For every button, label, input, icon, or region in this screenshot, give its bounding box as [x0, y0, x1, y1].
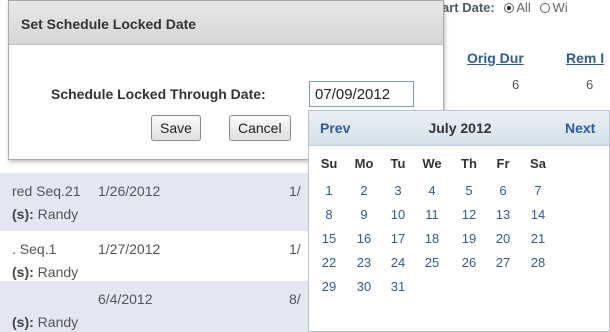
calendar-day[interactable]: 1 — [314, 183, 344, 198]
calendar-day[interactable]: 9 — [349, 207, 379, 222]
calendar-day[interactable]: 28 — [523, 255, 553, 270]
owner-name: Randy — [37, 314, 79, 330]
calendar-day[interactable]: 21 — [523, 231, 553, 246]
calendar-day[interactable]: 16 — [349, 231, 379, 246]
activity-name: . Seq.1 — [12, 241, 57, 257]
calendar-day[interactable]: 11 — [417, 207, 447, 222]
filter-all-label: All — [516, 0, 531, 15]
save-button[interactable]: Save — [151, 115, 201, 141]
calendar-day[interactable]: 3 — [383, 183, 413, 198]
owner-name: Randy — [37, 264, 79, 280]
activity-start-date: 1/26/2012 — [98, 183, 161, 199]
filter-other-label: Wi — [552, 0, 568, 15]
calendar-day[interactable]: 14 — [523, 207, 553, 222]
calendar-day[interactable]: 27 — [488, 255, 518, 270]
weekday-header: Mo — [354, 156, 374, 171]
cancel-button[interactable]: Cancel — [229, 115, 291, 141]
weekday-header: Th — [461, 156, 477, 171]
owner-label: (s): — [12, 264, 34, 280]
weekday-header: Su — [320, 156, 338, 171]
weekday-header: We — [422, 156, 442, 171]
weekday-header: Tu — [390, 156, 406, 171]
filter-other-radio[interactable] — [540, 3, 551, 13]
calendar-day[interactable]: 23 — [349, 255, 379, 270]
calendar-day[interactable]: 26 — [454, 255, 484, 270]
column-header-orig-dur[interactable]: Orig Dur — [467, 50, 524, 66]
activity-row[interactable]: red Seq.21 1/26/2012 1/ (s): Randy — [0, 173, 315, 231]
owner-name: Randy — [37, 206, 79, 222]
locked-through-date-input[interactable] — [309, 81, 414, 107]
calendar-day[interactable]: 22 — [314, 255, 344, 270]
activity-owner: (s): Randy — [12, 314, 78, 330]
calendar-day[interactable]: 24 — [383, 255, 413, 270]
calendar-day[interactable]: 13 — [488, 207, 518, 222]
weekday-header: Sa — [530, 156, 546, 171]
calendar-day[interactable]: 18 — [417, 231, 447, 246]
calendar-day[interactable]: 25 — [417, 255, 447, 270]
column-header-rem-dur[interactable]: Rem I — [566, 50, 604, 66]
activity-owner: (s): Randy — [12, 264, 78, 280]
start-date-filter-label: art Date: — [442, 0, 495, 15]
activity-name: red Seq.21 — [12, 183, 81, 199]
calendar-day[interactable]: 10 — [383, 207, 413, 222]
orig-dur-value: 6 — [512, 77, 520, 92]
datepicker-header: Prev July 2012 Next — [309, 111, 609, 146]
prev-month-link[interactable]: Prev — [320, 120, 350, 136]
weekday-header: Fr — [496, 156, 510, 171]
start-date-filter: art Date: All Wi — [442, 0, 610, 22]
calendar-day[interactable]: 29 — [314, 279, 344, 294]
filter-all-radio[interactable] — [504, 3, 515, 13]
locked-through-date-label: Schedule Locked Through Date: — [51, 86, 266, 102]
activity-end-date: 8/ — [289, 291, 301, 307]
calendar-day[interactable]: 4 — [417, 183, 447, 198]
calendar-day[interactable]: 30 — [349, 279, 379, 294]
calendar-day[interactable]: 17 — [383, 231, 413, 246]
activity-owner: (s): Randy — [12, 206, 78, 222]
calendar-day[interactable]: 2 — [349, 183, 379, 198]
dialog-title[interactable]: Set Schedule Locked Date — [9, 1, 443, 45]
calendar-day[interactable]: 7 — [523, 183, 553, 198]
activity-start-date: 1/27/2012 — [98, 241, 161, 257]
activity-end-date: 1/ — [289, 183, 301, 199]
calendar-day[interactable]: 8 — [314, 207, 344, 222]
activity-end-date: 1/ — [289, 241, 301, 257]
owner-label: (s): — [12, 314, 34, 330]
activity-row[interactable]: 6/4/2012 8/ (s): Randy — [0, 281, 315, 332]
calendar-day[interactable]: 5 — [454, 183, 484, 198]
calendar-day[interactable]: 15 — [314, 231, 344, 246]
calendar-day[interactable]: 6 — [488, 183, 518, 198]
datepicker: Prev July 2012 Next Su Mo Tu We Th Fr Sa 1 2 3 4 5 6… — [308, 110, 610, 332]
calendar-day[interactable]: 20 — [488, 231, 518, 246]
activity-start-date: 6/4/2012 — [98, 291, 153, 307]
owner-label: (s): — [12, 206, 34, 222]
next-month-link[interactable]: Next — [565, 120, 595, 136]
rem-dur-value: 6 — [586, 77, 594, 92]
calendar-day[interactable]: 19 — [454, 231, 484, 246]
calendar-day[interactable]: 31 — [383, 279, 413, 294]
calendar-day[interactable]: 12 — [454, 207, 484, 222]
